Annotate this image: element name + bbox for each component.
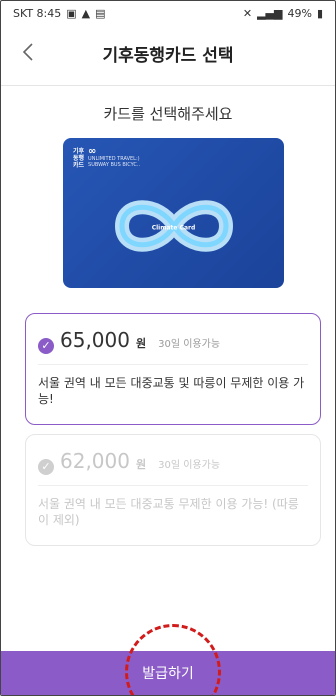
signal-icon: ▂▄▆ [257, 6, 283, 20]
option-unit: 원 [135, 337, 147, 350]
status-bar: SKT 8:45 ▣ ▲ ▤ ✕ ▂▄▆ 49% ▮ [1, 1, 335, 25]
option-header: ✓ 62,000 원 30일 이용가능 [38, 449, 308, 475]
card-infinity: ∞ [88, 146, 97, 157]
warning-icon: ▲ [81, 6, 91, 20]
status-right: ✕ ▂▄▆ 49% ▮ [243, 7, 323, 20]
card-subtext: ∞ UNLIMITED TRAVEL:) SUBWAY BUS BICYC.. [88, 146, 141, 169]
page-title: 기후동행카드 선택 [102, 45, 234, 66]
card-label-line1: 기후 [73, 148, 85, 155]
infinity-logo: Climate Card [104, 191, 244, 265]
app-screen: SKT 8:45 ▣ ▲ ▤ ✕ ▂▄▆ 49% ▮ 기후동행카드 선택 카드를… [0, 0, 336, 696]
option-days: 30일 이용가능 [158, 460, 221, 471]
card-brand-block: 기후 동행 카드 ∞ UNLIMITED TRAVEL:) SUBWAY BUS… [73, 146, 141, 170]
instruction-text: 카드를 선택해주세요 [103, 105, 233, 123]
option-price: 65,000 [60, 328, 130, 352]
option-header: ✓ 65,000 원 30일 이용가능 [38, 328, 308, 354]
option-price: 62,000 [60, 449, 130, 473]
card-sub2: SUBWAY BUS BICYC.. [88, 162, 141, 168]
card-label-line3: 카드 [73, 162, 85, 169]
option-days: 30일 이용가능 [158, 339, 221, 350]
card-center-text: Climate Card [151, 224, 196, 232]
option-unit: 원 [135, 458, 147, 471]
status-time: SKT 8:45 [13, 6, 62, 20]
message-icon: ▤ [95, 6, 106, 20]
card-label: 기후 동행 카드 [73, 148, 84, 169]
checkmark-icon[interactable]: ✓ [38, 458, 54, 475]
header: 기후동행카드 선택 [1, 27, 335, 79]
mute-icon: ✕ [242, 6, 253, 20]
card-label-line2: 동행 [73, 155, 85, 162]
option-65000[interactable]: ✓ 65,000 원 30일 이용가능 서울 권역 내 모든 대중교통 및 따릉… [25, 313, 321, 425]
option-description: 서울 권역 내 모든 대중교통 및 따릉이 무제한 이용 가능! [38, 376, 305, 406]
battery-icon: ▮ [316, 6, 323, 20]
header-divider [1, 85, 335, 86]
battery-level: 49% [287, 6, 312, 20]
card-brand: 기후 동행 카드 ∞ UNLIMITED TRAVEL:) SUBWAY BUS… [73, 146, 141, 170]
back-button[interactable] [17, 41, 39, 63]
option-description: 서울 권역 내 모든 대중교통 무제한 이용 가능! (따릉이 제외) [38, 497, 299, 527]
notification-icon: ▣ [66, 6, 77, 20]
climate-card-image: 기후 동행 카드 ∞ UNLIMITED TRAVEL:) SUBWAY BUS… [63, 138, 284, 288]
option-divider [38, 364, 308, 365]
chevron-left-icon [22, 43, 33, 61]
annotation-circle [125, 624, 221, 695]
option-divider [38, 485, 308, 486]
checkmark-icon[interactable]: ✓ [38, 337, 54, 354]
status-left: SKT 8:45 ▣ ▲ ▤ [13, 7, 106, 20]
option-62000[interactable]: ✓ 62,000 원 30일 이용가능 서울 권역 내 모든 대중교통 무제한 … [25, 434, 321, 546]
